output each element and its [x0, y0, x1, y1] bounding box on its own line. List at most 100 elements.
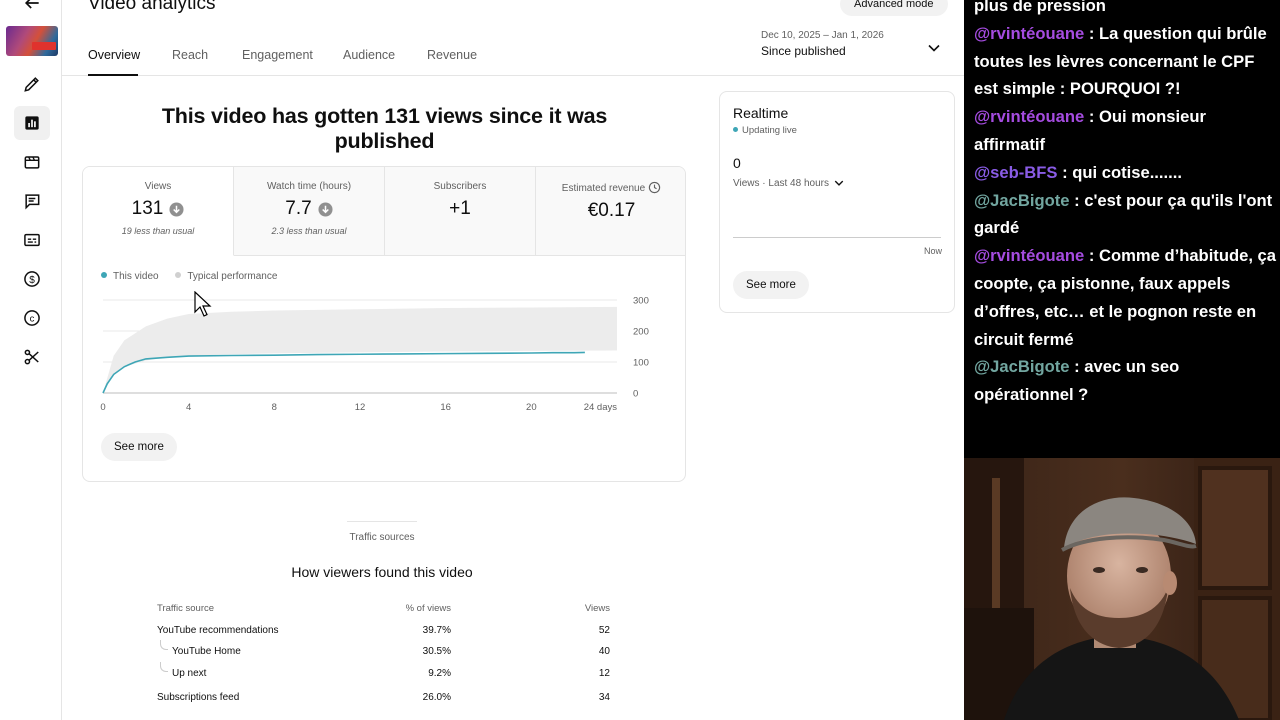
- chevron-down-icon[interactable]: [926, 40, 942, 56]
- x-tick-label: 8: [272, 402, 277, 413]
- realtime-range-selector[interactable]: Views · Last 48 hours: [733, 177, 845, 189]
- chat-message: @JacBigote : avec un seo opérationnel ?: [974, 353, 1280, 409]
- kpi-value: 7.7: [285, 198, 312, 219]
- row-views: 34: [598, 692, 610, 703]
- row-source: Subscriptions feed: [157, 692, 240, 703]
- kpi-comparison: 19 less than usual: [121, 226, 195, 236]
- kpi-label: Estimated revenue: [561, 183, 646, 194]
- chat-username: @JacBigote: [974, 190, 1070, 210]
- see-more-button[interactable]: See more: [101, 433, 177, 461]
- realtime-range-label: Views · Last 48 hours: [733, 177, 829, 189]
- realtime-baseline: [733, 237, 941, 238]
- date-range-label: Since published: [761, 44, 846, 58]
- realtime-status-label: Updating live: [742, 125, 797, 136]
- chat-username: @JacBigote: [974, 357, 1070, 377]
- row-source: YouTube Home: [172, 646, 241, 657]
- streamer-webcam-image: [964, 458, 1280, 720]
- section-divider: [347, 521, 417, 522]
- realtime-now-label: Now: [923, 246, 942, 256]
- x-tick-label: 4: [186, 402, 191, 413]
- arrow-down-circle-icon: [318, 201, 333, 217]
- studio-window: $ c Video analytics Advanced mode Overvi…: [0, 0, 964, 720]
- row-pct: 26.0%: [422, 692, 451, 703]
- row-pct: 39.7%: [422, 625, 451, 636]
- chat-username: @seb-BFS: [974, 162, 1058, 182]
- chat-message: @rvintéouane : Comme d’habitude, ça coop…: [974, 242, 1280, 353]
- kpi-watch-time[interactable]: Watch time (hours) 7.7 2.3 less than usu…: [234, 167, 385, 256]
- kpi-label: Views: [144, 181, 172, 192]
- date-range-picker[interactable]: Dec 10, 2025 – Jan 1, 2026 Since publish…: [761, 30, 884, 58]
- kpi-comparison: 2.3 less than usual: [271, 226, 347, 236]
- chat-text: plus de pression: [974, 0, 1106, 15]
- realtime-card: Realtime Updating live 0 Views · Last 48…: [719, 91, 955, 313]
- chart-legend: This video Typical performance: [101, 271, 277, 282]
- chat-text: : qui cotise.......: [1057, 162, 1182, 182]
- y-tick-label: 100: [633, 358, 649, 369]
- row-views: 40: [598, 646, 610, 657]
- row-source: Up next: [172, 668, 207, 679]
- tab-engagement[interactable]: Engagement: [242, 48, 313, 62]
- kpi-revenue[interactable]: Estimated revenue €0.17: [536, 167, 685, 256]
- chat-overlay: plus de pression @rvintéouane : La quest…: [964, 0, 1280, 458]
- x-tick-label: 12: [355, 402, 366, 413]
- typical-performance-band: [103, 306, 617, 393]
- kpi-label: Watch time (hours): [266, 181, 352, 192]
- tab-revenue[interactable]: Revenue: [427, 48, 477, 62]
- advanced-mode-button[interactable]: Advanced mode: [840, 0, 948, 16]
- scissors-icon[interactable]: [14, 340, 50, 374]
- video-thumbnail[interactable]: [6, 26, 58, 56]
- row-pct: 9.2%: [428, 668, 451, 679]
- y-tick-label: 0: [633, 389, 638, 400]
- chat-username: @rvintéouane: [974, 246, 1085, 266]
- kpi-value: 131: [131, 198, 164, 219]
- subtitles-icon[interactable]: [14, 223, 50, 257]
- mouse-cursor-icon: [194, 291, 212, 317]
- kpi-views[interactable]: Views 131 19 less than usual: [83, 167, 234, 256]
- back-arrow-icon[interactable]: [14, 0, 50, 20]
- x-tick-label: 16: [440, 402, 451, 413]
- legend-swatch-typical: [175, 272, 182, 278]
- views-line-chart[interactable]: 0 100 200 300 0 4 8 12 16 20 24 days: [83, 285, 686, 415]
- chat-message: @rvintéouane : Oui monsieur affirmatif: [974, 103, 1280, 159]
- legend-this-video: This video: [113, 271, 159, 282]
- kpi-label: Subscribers: [433, 181, 487, 192]
- x-tick-label: 0: [100, 402, 105, 413]
- monetization-dollar-icon[interactable]: $: [14, 262, 50, 296]
- y-tick-label: 300: [633, 296, 649, 307]
- row-views: 12: [598, 668, 610, 679]
- kpi-subscribers[interactable]: Subscribers +1: [385, 167, 536, 256]
- active-tab-indicator: [88, 74, 138, 76]
- tab-audience[interactable]: Audience: [343, 48, 395, 62]
- legend-typical: Typical performance: [187, 271, 278, 282]
- svg-text:c: c: [30, 314, 35, 325]
- page-title: Video analytics: [88, 0, 216, 14]
- realtime-count: 0: [733, 155, 741, 171]
- col-views: Views: [584, 603, 610, 614]
- tree-connector: [160, 640, 168, 650]
- realtime-see-more-button[interactable]: See more: [733, 271, 809, 299]
- comments-icon[interactable]: [14, 184, 50, 218]
- analytics-icon[interactable]: [14, 106, 50, 140]
- table-row[interactable]: Subscriptions feed 26.0% 34: [157, 692, 617, 712]
- x-tick-label: 24 days: [584, 402, 618, 413]
- live-dot-icon: [733, 127, 738, 132]
- table-row[interactable]: Up next 9.2% 12: [157, 662, 617, 688]
- chat-message: @rvintéouane : La question qui brûle tou…: [974, 20, 1280, 103]
- webcam-feed: [964, 458, 1280, 720]
- tab-overview[interactable]: Overview: [88, 48, 140, 62]
- svg-text:$: $: [29, 275, 35, 286]
- table-row[interactable]: YouTube recommendations 39.7% 52: [157, 625, 617, 645]
- copyright-icon[interactable]: c: [14, 301, 50, 335]
- pencil-icon[interactable]: [14, 67, 50, 101]
- kpi-value: €0.17: [587, 200, 636, 221]
- legend-swatch-this-video: [101, 272, 107, 278]
- tab-reach[interactable]: Reach: [172, 48, 208, 62]
- left-nav-rail: $ c: [0, 0, 62, 720]
- chevron-down-icon: [834, 180, 844, 186]
- col-traffic-source: Traffic source: [157, 603, 215, 614]
- summary-headline: This video has gotten 131 views since it…: [161, 104, 608, 153]
- row-source: YouTube recommendations: [157, 625, 279, 636]
- chat-message-list: plus de pression @rvintéouane : La quest…: [974, 0, 1280, 409]
- editor-icon[interactable]: [14, 145, 50, 179]
- table-row[interactable]: YouTube Home 30.5% 40: [157, 640, 617, 666]
